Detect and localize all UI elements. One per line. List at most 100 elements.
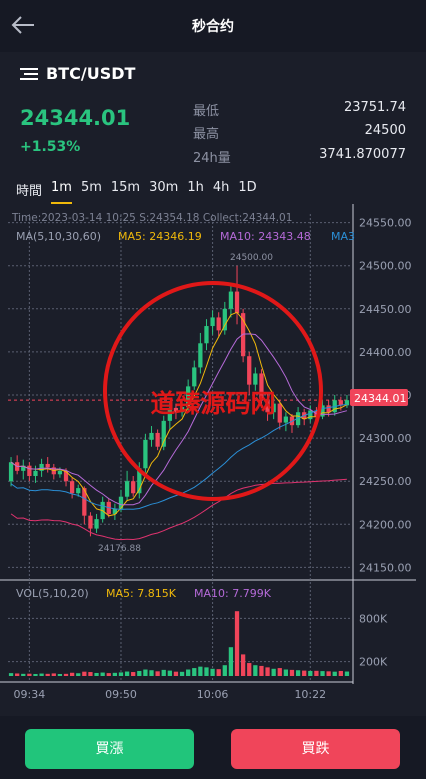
candle-body (69, 481, 75, 494)
price-tick-label: 24150.00 (359, 561, 412, 574)
volume-bar (234, 611, 240, 676)
price-tick-label: 24400.00 (359, 346, 412, 359)
volume-bar (131, 672, 136, 676)
volume-bar (326, 671, 331, 676)
tab-5m[interactable]: 5m (81, 180, 102, 199)
volume-bar (173, 671, 179, 676)
volume-bar (167, 670, 172, 676)
volume-bar (277, 668, 282, 676)
svg-text:道臻源码网: 道臻源码网 (150, 389, 275, 418)
tab-30m[interactable]: 30m (149, 180, 178, 199)
candle (332, 395, 337, 416)
svg-text:24344.01: 24344.01 (354, 392, 407, 405)
price-tick-label: 24300.00 (359, 432, 412, 445)
high-marker: 24500.00 (230, 253, 273, 263)
volume-bar (186, 669, 191, 676)
ma30-value: MA3 (331, 230, 355, 243)
last-price: 24344.01 (20, 106, 131, 130)
volume-bar (8, 673, 14, 676)
volume-bar (259, 665, 264, 676)
timeframe-tabs: 時間 1m 5m 15m 30m 1h 4h 1D (16, 180, 266, 204)
volume-bar (63, 673, 69, 676)
candle-body (326, 405, 331, 413)
candle (94, 513, 99, 533)
volume-bar (27, 673, 32, 676)
time-tick-label: 09:34 (14, 688, 46, 701)
vol-label: VOL(5,10,20) (16, 587, 89, 600)
tab-time[interactable]: 時間 (16, 180, 42, 199)
volume-bar (94, 672, 99, 676)
volume-tick-label: 200K (359, 656, 388, 669)
time-tick-label: 10:06 (197, 688, 229, 701)
tab-15m[interactable]: 15m (111, 180, 140, 199)
volume-bar (143, 669, 148, 676)
volume-layer (8, 611, 350, 676)
volume-bar (82, 671, 87, 676)
volume-bar (210, 668, 215, 676)
volume-bar (289, 669, 295, 676)
time-tick-label: 09:50 (105, 688, 137, 701)
stat-high-value: 24500 (364, 123, 406, 138)
volume-bar (124, 671, 130, 676)
tab-1d[interactable]: 1D (238, 180, 256, 199)
ma10-value: MA10: 24343.48 (220, 230, 311, 243)
price-tick-label: 24550.00 (359, 217, 412, 230)
volume-bar (308, 670, 313, 676)
volume-bar (222, 665, 227, 676)
candle (27, 462, 32, 482)
volume-bar (216, 669, 221, 676)
menu-icon (20, 67, 38, 81)
volume-bar (228, 647, 234, 676)
candle (112, 503, 118, 520)
volume-bar (179, 671, 185, 676)
volume-bar (155, 671, 160, 676)
sell-down-button[interactable]: 買跌 (231, 729, 400, 769)
tab-1h[interactable]: 1h (187, 180, 204, 199)
volume-bar (314, 670, 319, 676)
stat-high-label: 最高 (193, 127, 220, 142)
volume-bar (15, 673, 20, 676)
watermark-stamp: 道臻源码网 (103, 281, 323, 501)
buy-up-button[interactable]: 買漲 (25, 729, 194, 769)
stat-volume-label: 24h量 (193, 151, 231, 166)
price-tick-label: 24450.00 (359, 303, 412, 316)
candle-body (57, 470, 63, 475)
volume-bar (283, 669, 289, 676)
volume-bar (320, 671, 325, 676)
pair-selector[interactable]: BTC/USDT (20, 64, 135, 83)
volume-bar (295, 670, 301, 676)
volume-bar (21, 673, 26, 676)
vol-ma5-value: MA5: 7.815K (106, 587, 177, 600)
volume-bar (45, 673, 50, 676)
volume-bar (204, 667, 209, 676)
volume-bar (149, 670, 154, 676)
volume-tick-label: 800K (359, 612, 388, 625)
volume-bar (33, 673, 38, 676)
time-axis: 09:34 09:50 10:06 10:22 (14, 688, 327, 701)
tab-4h[interactable]: 4h (213, 180, 230, 199)
tab-1m[interactable]: 1m (51, 180, 72, 204)
price-tick-label: 24500.00 (359, 260, 412, 273)
time-tick-label: 10:22 (294, 688, 326, 701)
ma-label: MA(5,10,30,60) (16, 230, 101, 243)
stat-low-value: 23751.74 (343, 100, 406, 115)
ma5-value: MA5: 24346.19 (118, 230, 202, 243)
candle (51, 463, 56, 480)
volume-bar (51, 673, 56, 676)
candle-body (33, 470, 38, 477)
volume-bar (247, 663, 252, 676)
volume-bar (88, 672, 93, 676)
page-title: 秒合约 (192, 19, 234, 35)
top-bar: 秒合约 (0, 0, 426, 52)
volume-bar (265, 667, 270, 676)
price-change: +1.53% (20, 139, 81, 155)
volume-bar (76, 673, 81, 676)
candle-body (45, 463, 50, 468)
candle (8, 457, 14, 487)
candle-body (8, 462, 14, 482)
volume-bar (338, 670, 343, 676)
candle (21, 459, 26, 480)
candle-body (88, 515, 93, 529)
volume-bar (57, 673, 63, 676)
candle (33, 465, 38, 483)
